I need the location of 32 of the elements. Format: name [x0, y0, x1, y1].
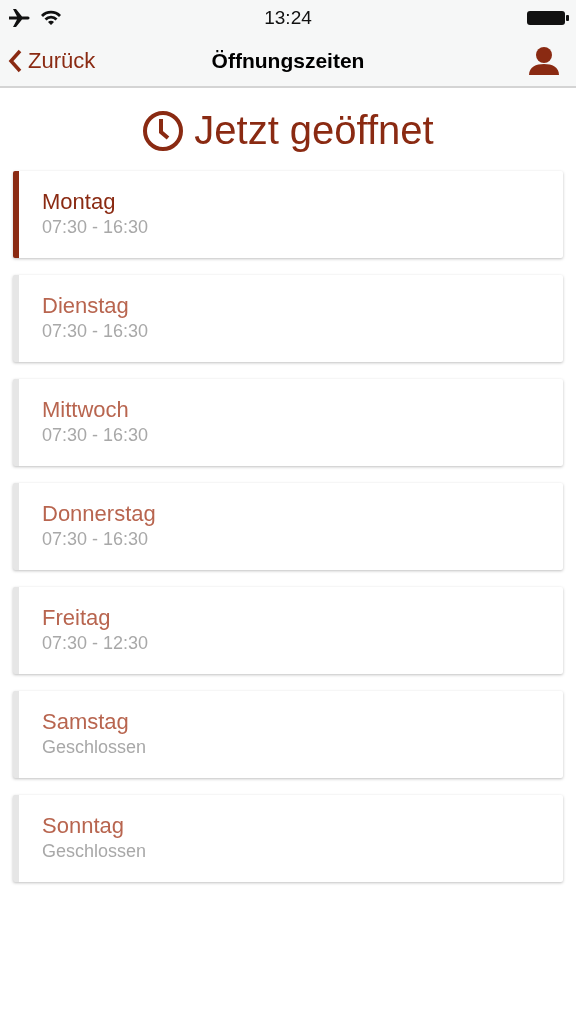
airplane-icon [8, 8, 32, 28]
status-time: 13:24 [263, 7, 313, 29]
user-icon [528, 46, 560, 76]
day-hours: 07:30 - 16:30 [42, 320, 149, 343]
day-name: Mittwoch [42, 397, 129, 423]
wifi-icon [40, 9, 62, 27]
day-hours: 07:30 - 16:30 [42, 216, 149, 239]
clock-icon [142, 109, 185, 152]
day-card[interactable]: Dienstag 07:30 - 16:30 [13, 275, 563, 362]
chevron-left-icon [8, 49, 22, 73]
day-name: Dienstag [42, 293, 129, 319]
back-button[interactable]: Zurück [8, 48, 96, 74]
day-card[interactable]: Sonntag Geschlossen [13, 795, 563, 882]
day-card[interactable]: Samstag Geschlossen [13, 691, 563, 778]
day-card[interactable]: Montag 07:30 - 16:30 [13, 171, 563, 258]
day-name: Donnerstag [42, 501, 156, 527]
user-button[interactable] [528, 46, 560, 76]
nav-title: Öffnungszeiten [210, 49, 366, 73]
day-hours: Geschlossen [42, 736, 147, 759]
status-heading: Jetzt geöffnet [194, 108, 434, 153]
battery-icon [526, 9, 570, 27]
day-card[interactable]: Freitag 07:30 - 12:30 [13, 587, 563, 674]
day-card[interactable]: Donnerstag 07:30 - 16:30 [13, 483, 563, 570]
day-name: Sonntag [42, 813, 124, 839]
day-hours: Geschlossen [42, 840, 147, 863]
day-name: Freitag [42, 605, 111, 631]
day-name: Montag [42, 189, 116, 215]
day-name: Samstag [42, 709, 129, 735]
day-card[interactable]: Mittwoch 07:30 - 16:30 [13, 379, 563, 466]
day-hours: 07:30 - 16:30 [42, 528, 149, 551]
day-hours: 07:30 - 12:30 [42, 632, 149, 655]
day-hours: 07:30 - 16:30 [42, 424, 149, 447]
